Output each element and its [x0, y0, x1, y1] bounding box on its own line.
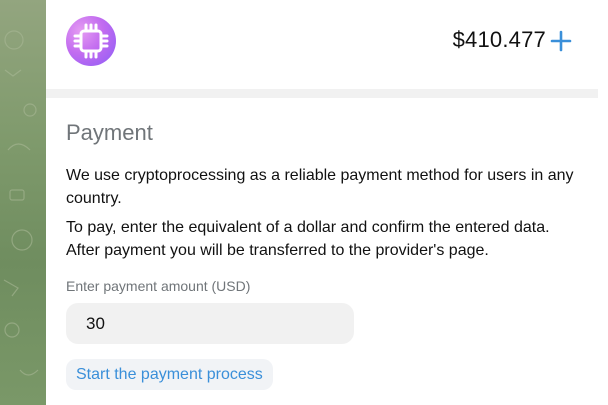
- chat-background-pattern: [0, 0, 46, 405]
- payment-panel: $410.477 Payment We use cryptoprocessing…: [46, 0, 598, 405]
- plus-icon[interactable]: [550, 30, 572, 52]
- section-divider: [46, 89, 598, 98]
- right-edge: [597, 0, 608, 405]
- panel-header: $410.477: [46, 0, 598, 89]
- page-title: Payment: [66, 120, 153, 145]
- amount-field-label: Enter payment amount (USD): [66, 278, 251, 294]
- start-payment-button[interactable]: Start the payment process: [66, 359, 273, 390]
- payment-amount-input[interactable]: [66, 303, 354, 344]
- payment-section: Payment We use cryptoprocessing as a rel…: [66, 118, 576, 390]
- payment-description: We use cryptoprocessing as a reliable pa…: [66, 167, 574, 207]
- chip-logo-icon: [66, 16, 116, 66]
- balance-amount: $410.477: [452, 27, 546, 52]
- payment-instructions: To pay, enter the equivalent of a dollar…: [66, 219, 550, 259]
